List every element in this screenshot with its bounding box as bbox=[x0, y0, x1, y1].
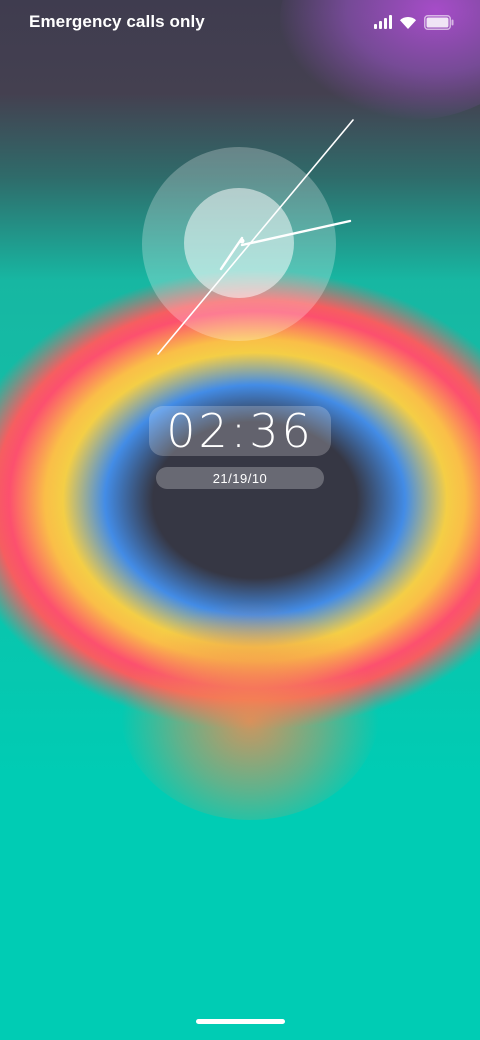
time-text: 02:36 bbox=[166, 404, 314, 458]
digital-clock: 02:36 bbox=[149, 406, 331, 456]
signal-bars-icon bbox=[374, 15, 392, 29]
status-icons bbox=[374, 11, 454, 33]
lock-screen: Emergency calls only 02:36 21/19/10 bbox=[0, 0, 480, 1040]
wallpaper-orange-glow bbox=[120, 600, 380, 820]
clock-center-pin bbox=[239, 238, 245, 244]
battery-icon bbox=[424, 14, 454, 30]
analog-clock-icon bbox=[142, 119, 354, 355]
date-badge: 21/19/10 bbox=[156, 467, 324, 489]
clock-hands bbox=[157, 119, 354, 355]
carrier-status-text: Emergency calls only bbox=[29, 12, 205, 31]
hour-hand bbox=[219, 236, 244, 271]
second-hand bbox=[157, 119, 354, 355]
wifi-icon bbox=[399, 15, 417, 30]
date-text: 21/19/10 bbox=[212, 470, 268, 486]
status-bar: Emergency calls only bbox=[0, 0, 480, 46]
home-indicator[interactable] bbox=[196, 1019, 285, 1024]
